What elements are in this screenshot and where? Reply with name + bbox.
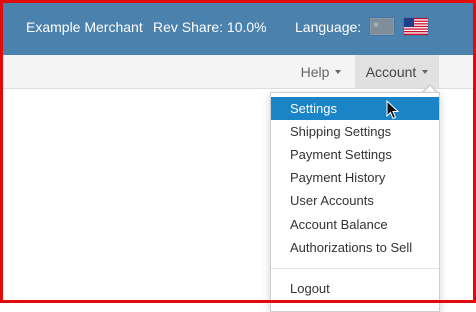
account-label: Account xyxy=(365,63,417,80)
top-bar: Example Merchant Rev Share: 10.0% Langua… xyxy=(0,0,476,55)
menu-item-payment-settings[interactable]: Payment Settings xyxy=(271,143,439,166)
menu-item-authorizations[interactable]: Authorizations to Sell xyxy=(271,236,439,259)
usa-flag-icon[interactable] xyxy=(404,18,428,35)
menu-divider xyxy=(271,268,439,269)
language-label: Language: xyxy=(295,19,362,35)
china-flag-icon[interactable] xyxy=(370,18,394,35)
menu-item-user-accounts[interactable]: User Accounts xyxy=(271,189,439,212)
menu-item-payment-history[interactable]: Payment History xyxy=(271,166,439,189)
help-menu-button[interactable]: Help xyxy=(290,55,352,88)
merchant-name: Example Merchant xyxy=(26,19,143,35)
help-label: Help xyxy=(300,63,330,80)
menu-item-logout[interactable]: Logout xyxy=(271,277,439,300)
menu-item-shipping-settings[interactable]: Shipping Settings xyxy=(271,120,439,143)
caret-down-icon xyxy=(422,69,429,74)
mouse-pointer-icon xyxy=(386,99,400,125)
menu-item-account-balance[interactable]: Account Balance xyxy=(271,213,439,236)
account-dropdown-menu: Settings Shipping Settings Payment Setti… xyxy=(270,92,440,312)
menu-item-settings[interactable]: Settings xyxy=(271,97,439,120)
rev-share: Rev Share: 10.0% xyxy=(153,19,267,35)
caret-down-icon xyxy=(335,69,342,74)
nav-bar: Help Account xyxy=(0,55,476,89)
